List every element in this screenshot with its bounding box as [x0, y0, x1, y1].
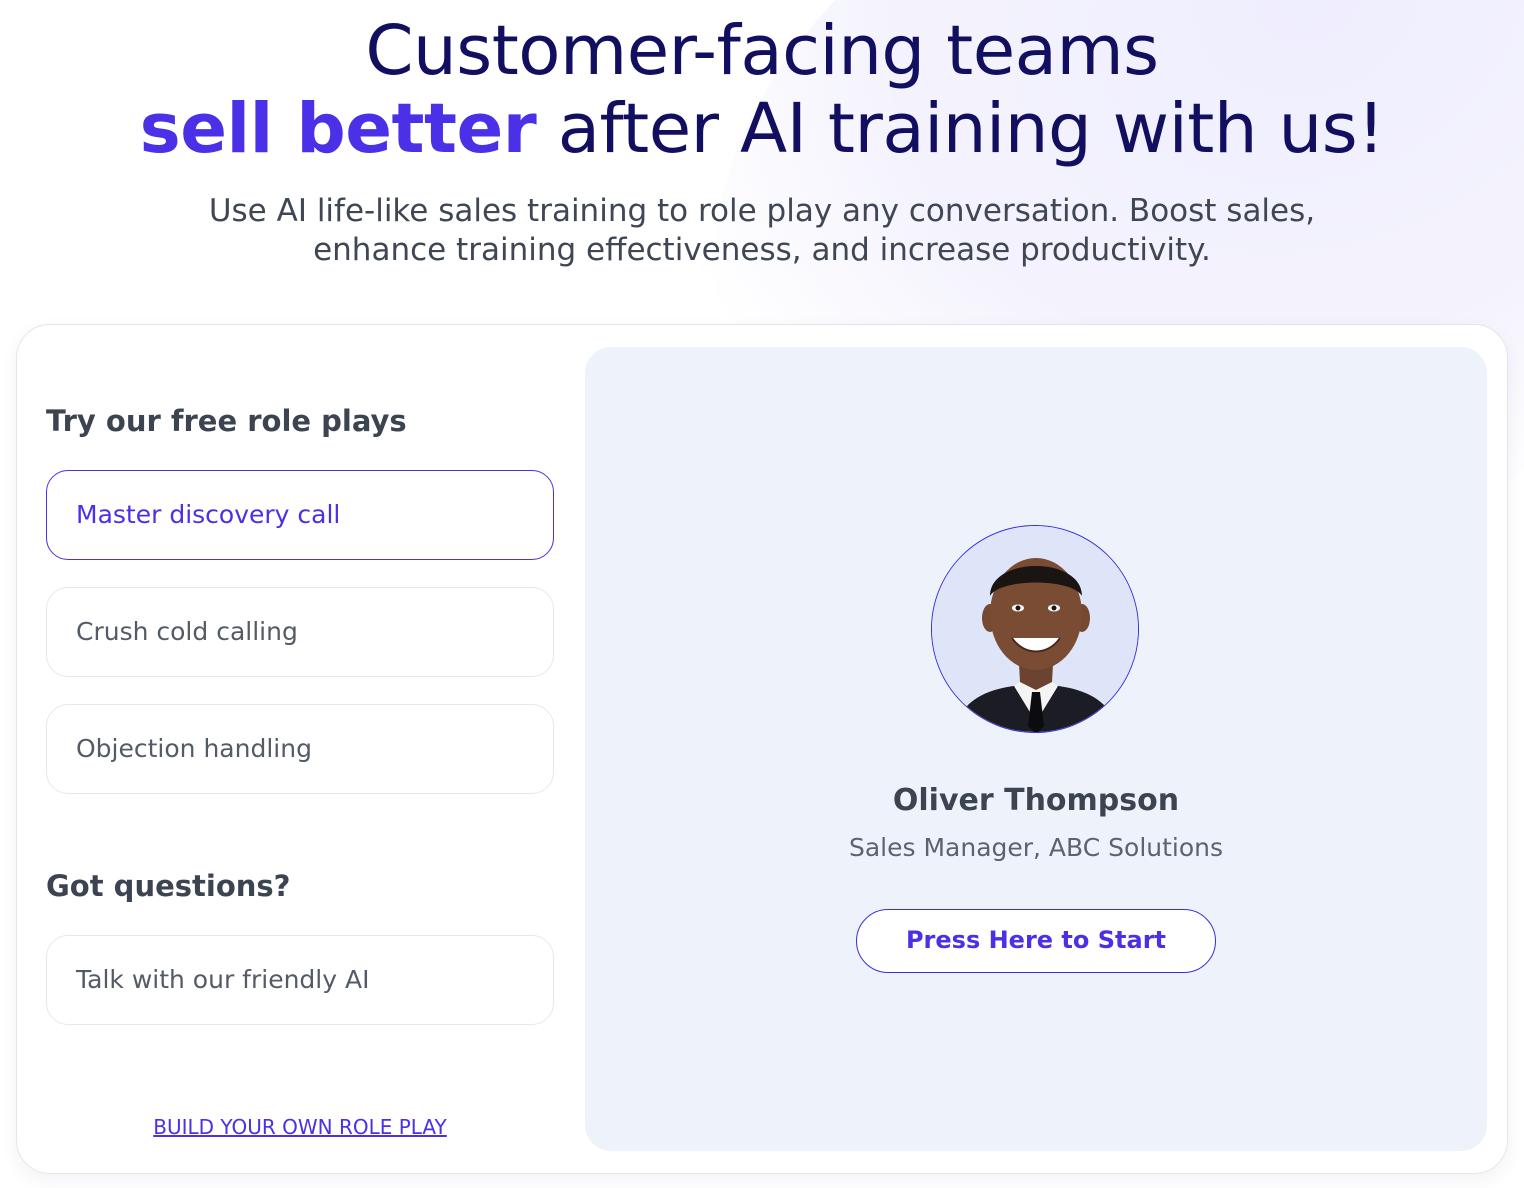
- questions-heading: Got questions?: [46, 869, 291, 903]
- hero-title-line-2: sell better after AI training with us!: [0, 86, 1524, 172]
- hero-title-accent: sell better: [139, 89, 537, 169]
- role-play-option-objection-handling[interactable]: Objection handling: [46, 704, 554, 794]
- build-your-own-role-play-link[interactable]: BUILD YOUR OWN ROLE PLAY: [17, 1115, 583, 1139]
- role-play-option-cold-calling[interactable]: Crush cold calling: [46, 587, 554, 677]
- role-play-card: Try our free role plays Master discovery…: [16, 324, 1508, 1174]
- role-plays-heading: Try our free role plays: [46, 404, 407, 438]
- hero-title-line-1: Customer-facing teams: [365, 11, 1159, 91]
- persona-role: Sales Manager, ABC Solutions: [848, 833, 1224, 862]
- persona-avatar: [931, 525, 1139, 733]
- hero-subtitle: Use AI life-like sales training to role …: [208, 193, 1316, 268]
- role-play-option-label: Crush cold calling: [76, 617, 298, 646]
- role-play-option-label: Objection handling: [76, 734, 312, 763]
- persona-avatar-illustration: [932, 526, 1138, 732]
- persona-name: Oliver Thompson: [892, 783, 1180, 818]
- role-play-option-label: Master discovery call: [76, 500, 341, 529]
- talk-with-ai-option[interactable]: Talk with our friendly AI: [46, 935, 554, 1025]
- role-play-option-discovery-call[interactable]: Master discovery call: [46, 470, 554, 560]
- hero-title-rest: after AI training with us!: [536, 89, 1385, 169]
- talk-with-ai-label: Talk with our friendly AI: [76, 965, 370, 994]
- persona-preview-panel: Oliver Thompson Sales Manager, ABC Solut…: [585, 347, 1487, 1151]
- start-role-play-button[interactable]: Press Here to Start: [856, 909, 1216, 973]
